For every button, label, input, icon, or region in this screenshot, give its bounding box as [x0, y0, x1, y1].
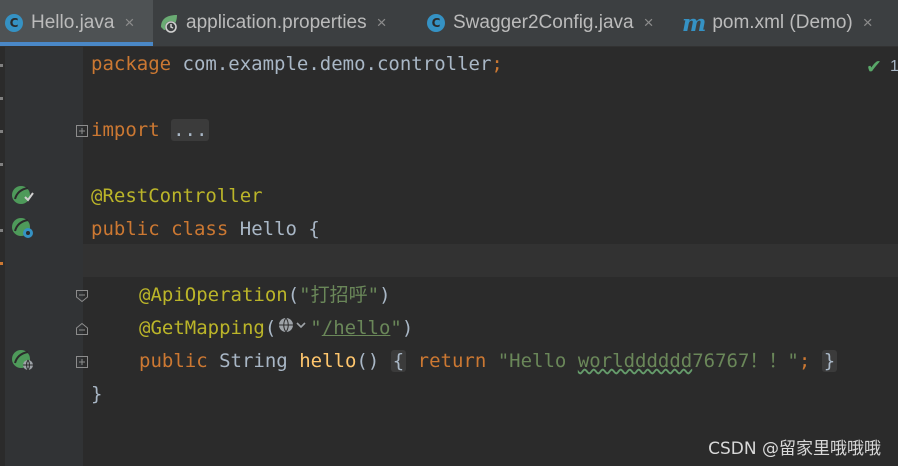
- package-keyword: package: [91, 53, 172, 75]
- paren: ): [401, 317, 414, 339]
- code-line[interactable]: @GetMapping( "/hello"): [139, 312, 413, 345]
- rest-controller-annotation: @RestController: [91, 185, 263, 207]
- return-string: 76767！！": [692, 350, 799, 372]
- gutter-marker: [0, 97, 3, 100]
- close-icon[interactable]: ×: [377, 13, 387, 33]
- public-keyword: public: [91, 218, 160, 240]
- spring-bean-check-icon[interactable]: [11, 183, 35, 207]
- mapping-path-link[interactable]: /hello: [322, 317, 391, 339]
- tab-label: Hello.java: [31, 12, 115, 33]
- code-line[interactable]: }: [91, 378, 102, 411]
- gutter-marker: [0, 163, 3, 166]
- return-keyword: return: [417, 350, 487, 372]
- request-mapping-globe-icon[interactable]: [11, 348, 35, 372]
- paren: (: [287, 284, 300, 306]
- class-name: Hello: [239, 218, 297, 240]
- inspection-count[interactable]: 1: [890, 58, 898, 76]
- code-editor[interactable]: package com.example.demo.controller; imp…: [91, 47, 838, 405]
- fold-collapse-end-icon[interactable]: [75, 321, 89, 335]
- paren: (: [264, 317, 277, 339]
- inspection-ok-icon[interactable]: ✔: [866, 56, 882, 78]
- fold-expand-icon[interactable]: [75, 123, 89, 137]
- editor-tab-bar: C Hello.java × application.properties × …: [0, 0, 898, 47]
- api-operation-annotation: @ApiOperation: [139, 284, 288, 306]
- editor-gutter[interactable]: [0, 47, 83, 466]
- return-string: "Hello: [497, 350, 578, 372]
- import-fold-placeholder[interactable]: ...: [171, 119, 210, 141]
- close-icon[interactable]: ×: [644, 13, 654, 33]
- tab-hello-java[interactable]: C Hello.java ×: [0, 0, 153, 46]
- open-brace: {: [308, 218, 320, 240]
- java-class-icon: C: [5, 14, 23, 32]
- close-icon[interactable]: ×: [124, 13, 134, 33]
- java-class-icon: C: [427, 14, 445, 32]
- tab-label: pom.xml (Demo): [712, 12, 853, 33]
- maven-icon: m: [682, 9, 707, 37]
- paren: ): [379, 284, 391, 306]
- tab-pom-xml[interactable]: m pom.xml (Demo) ×: [682, 0, 873, 46]
- semicolon: ;: [491, 53, 503, 75]
- gutter-marker: [0, 229, 3, 232]
- method-fold-open[interactable]: {: [390, 350, 407, 372]
- api-operation-value: "打招呼": [299, 284, 380, 306]
- tab-label: application.properties: [186, 12, 367, 33]
- spring-config-icon: [158, 12, 180, 34]
- code-line[interactable]: import ...: [91, 114, 210, 147]
- fold-collapse-start-icon[interactable]: [75, 288, 89, 303]
- fold-expand-icon[interactable]: [75, 354, 89, 368]
- parens: (): [356, 350, 380, 372]
- code-line[interactable]: public class Hello {: [91, 213, 320, 246]
- get-mapping-annotation: @GetMapping: [139, 317, 265, 339]
- class-close-brace: }: [91, 383, 103, 405]
- gutter-marker: [0, 64, 3, 67]
- method-fold-close[interactable]: }: [821, 350, 838, 372]
- spring-bean-web-icon[interactable]: [11, 216, 35, 240]
- method-name: hello: [299, 350, 357, 372]
- code-line[interactable]: @RestController: [91, 180, 263, 213]
- return-string-typo: worldddddd: [577, 350, 693, 372]
- quote: ": [390, 317, 402, 339]
- watermark: CSDN @留家里哦哦哦: [708, 439, 881, 459]
- code-line[interactable]: public String hello() { return "Hello wo…: [139, 345, 838, 378]
- gutter-marker: [0, 130, 3, 133]
- close-icon[interactable]: ×: [863, 13, 873, 33]
- quote: ": [310, 317, 322, 339]
- tab-swagger2config-java[interactable]: C Swagger2Config.java ×: [427, 0, 654, 46]
- public-keyword: public: [139, 350, 208, 372]
- package-name: com.example.demo.controller: [182, 53, 492, 75]
- gutter-marker: [0, 262, 3, 265]
- code-line[interactable]: package com.example.demo.controller;: [91, 48, 503, 81]
- current-line-highlight: [83, 244, 898, 277]
- tab-label: Swagger2Config.java: [453, 12, 634, 33]
- import-keyword: import: [91, 119, 160, 141]
- gutter-edge: [0, 47, 5, 466]
- semicolon: ;: [798, 350, 811, 372]
- tab-application-properties[interactable]: application.properties ×: [158, 0, 387, 46]
- class-keyword: class: [171, 218, 229, 240]
- string-type: String: [219, 350, 288, 372]
- globe-dropdown-icon[interactable]: [278, 312, 308, 345]
- code-line[interactable]: @ApiOperation("打招呼"): [139, 279, 391, 312]
